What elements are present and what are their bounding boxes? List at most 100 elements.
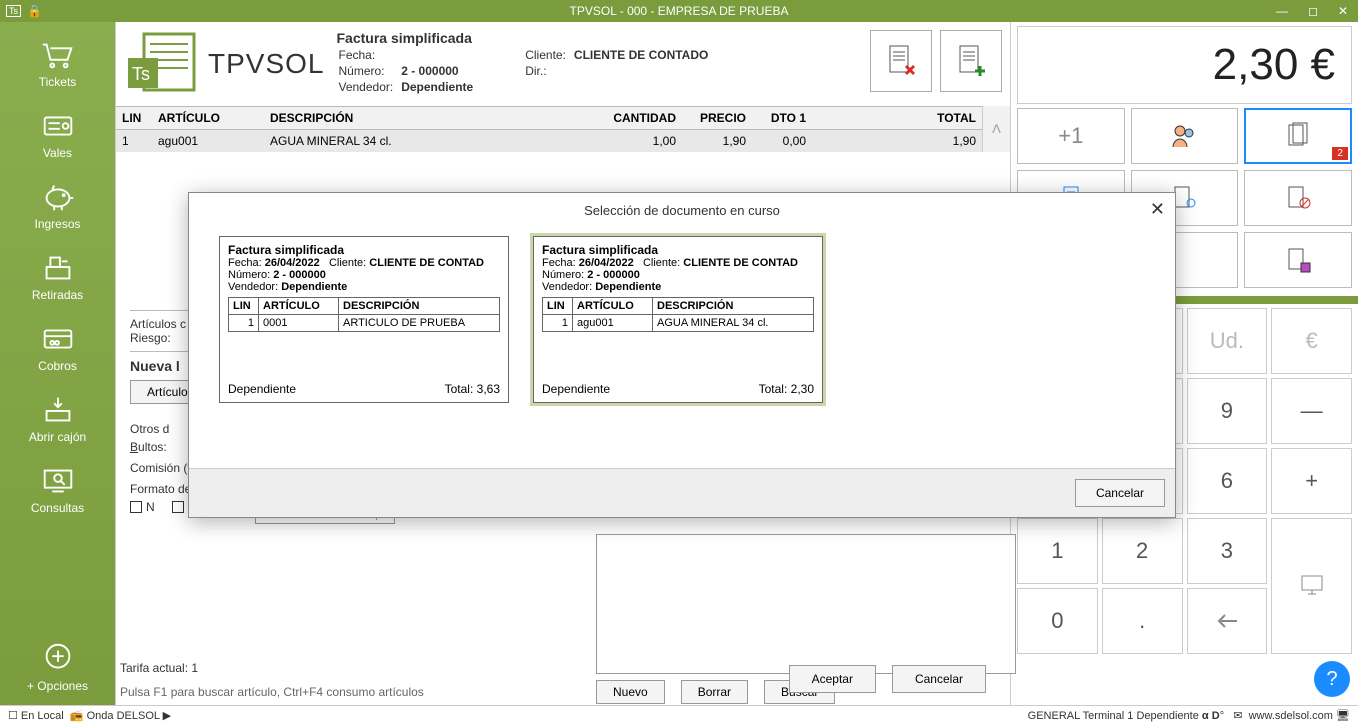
sidebar-item-consultas[interactable]: Consultas xyxy=(0,456,115,527)
receipt-add-icon xyxy=(954,44,988,78)
doc-type-title: Factura simplificada xyxy=(336,30,481,46)
register-icon xyxy=(39,251,77,285)
svg-text:Ts: Ts xyxy=(132,64,150,84)
drawer-icon xyxy=(39,393,77,427)
sidebar-label: Vales xyxy=(0,146,115,160)
receipt-void-icon xyxy=(1283,183,1313,213)
sidebar-label: Abrir cajón xyxy=(0,430,115,444)
modal-cancel-button[interactable]: Cancelar xyxy=(1075,479,1165,507)
window-title: TPVSOL - 000 - EMPRESA DE PRUEBA xyxy=(570,4,789,18)
plus-circle-icon xyxy=(39,642,77,676)
cart-icon xyxy=(39,38,77,72)
quick-tickets[interactable]: 2 xyxy=(1244,108,1352,164)
sidebar-item-abrir-cajon[interactable]: Abrir cajón xyxy=(0,385,115,456)
nuevo-button[interactable]: Nuevo xyxy=(596,680,665,704)
receipt-save-icon xyxy=(1283,245,1313,275)
sidebar-label: Cobros xyxy=(0,359,115,373)
key-9[interactable]: 9 xyxy=(1187,378,1268,444)
maximize-button[interactable]: ◻ xyxy=(1304,4,1322,18)
numero-label: Número: xyxy=(338,64,399,78)
local-indicator: ☐ En Local xyxy=(8,709,64,722)
new-ticket-button[interactable] xyxy=(940,30,1002,92)
delete-ticket-button[interactable] xyxy=(870,30,932,92)
key-0[interactable]: 0 xyxy=(1017,588,1098,654)
fecha-label: Fecha: xyxy=(338,48,399,62)
sidebar: Tickets Vales Ingresos Retiradas Cobros … xyxy=(0,22,115,705)
status-bar: ☐ En Local 📻 Onda DELSOL ▶ GENERAL Termi… xyxy=(0,705,1358,725)
borrar-button[interactable]: Borrar xyxy=(681,680,748,704)
key-eur[interactable]: € xyxy=(1271,308,1352,374)
cliente-label: Cliente: xyxy=(525,48,572,62)
key-1[interactable]: 1 xyxy=(1017,518,1098,584)
tarifa-label: Tarifa actual: 1 xyxy=(120,661,198,675)
key-3[interactable]: 3 xyxy=(1187,518,1268,584)
key-ud[interactable]: Ud. xyxy=(1187,308,1268,374)
card-icon xyxy=(39,322,77,356)
grid-header: LIN ARTÍCULO DESCRIPCIÓN CANTIDAD PRECIO… xyxy=(116,106,982,130)
quick-void[interactable] xyxy=(1244,170,1352,226)
key-back[interactable] xyxy=(1187,588,1268,654)
sidebar-item-opciones[interactable]: + Opciones xyxy=(0,634,115,705)
hint-label: Pulsa F1 para buscar artículo, Ctrl+F4 c… xyxy=(120,685,424,699)
app-badge: Ts xyxy=(6,5,21,17)
vendedor-value: Dependiente xyxy=(401,80,479,94)
cancelar-button[interactable]: Cancelar xyxy=(892,665,986,693)
sidebar-item-cobros[interactable]: Cobros xyxy=(0,314,115,385)
sidebar-item-ingresos[interactable]: Ingresos xyxy=(0,172,115,243)
sidebar-label: Retiradas xyxy=(0,288,115,302)
key-dot[interactable]: . xyxy=(1102,588,1183,654)
receipt-delete-icon xyxy=(884,44,918,78)
grid-row[interactable]: 1 agu001 AGUA MINERAL 34 cl. 1,00 1,90 0… xyxy=(116,130,982,152)
sidebar-label: Consultas xyxy=(0,501,115,515)
quick-plus1[interactable]: +1 xyxy=(1017,108,1125,164)
key-6[interactable]: 6 xyxy=(1187,448,1268,514)
status-url[interactable]: www.sdelsol.com xyxy=(1249,710,1333,722)
app-logo-icon: Ts xyxy=(124,30,204,98)
piggy-icon xyxy=(39,180,77,214)
quick-customer[interactable] xyxy=(1131,108,1239,164)
cliente-value: CLIENTE DE CONTADO xyxy=(574,48,714,62)
quick-save[interactable] xyxy=(1244,232,1352,288)
notes-textarea[interactable] xyxy=(596,534,1016,674)
doc-card-2[interactable]: Factura simplificada Fecha: 26/04/2022 C… xyxy=(533,236,823,403)
scale-icon xyxy=(1298,572,1326,600)
key-scale[interactable] xyxy=(1271,518,1352,654)
sidebar-item-vales[interactable]: Vales xyxy=(0,101,115,172)
sidebar-label: Ingresos xyxy=(0,217,115,231)
aceptar-button[interactable]: Aceptar xyxy=(789,665,876,693)
tickets-badge: 2 xyxy=(1332,147,1348,160)
sidebar-item-retiradas[interactable]: Retiradas xyxy=(0,243,115,314)
lock-icon: 🔒 xyxy=(27,4,42,18)
sidebar-label: Tickets xyxy=(0,75,115,89)
doc-card-1[interactable]: Factura simplificada Fecha: 26/04/2022 C… xyxy=(219,236,509,403)
numero-value: 2 - 000000 xyxy=(401,64,479,78)
key-plus[interactable]: + xyxy=(1271,448,1352,514)
close-button[interactable]: ✕ xyxy=(1334,4,1352,18)
total-display: 2,30 € xyxy=(1017,26,1352,104)
key-2[interactable]: 2 xyxy=(1102,518,1183,584)
dir-label: Dir.: xyxy=(525,64,572,78)
key-minus[interactable]: — xyxy=(1271,378,1352,444)
backspace-icon xyxy=(1213,607,1241,635)
vendedor-label: Vendedor: xyxy=(338,80,399,94)
sidebar-item-tickets[interactable]: Tickets xyxy=(0,30,115,101)
status-right: GENERAL Terminal 1 Dependiente xyxy=(1028,710,1199,722)
chk-n[interactable]: N xyxy=(130,500,155,514)
onda-indicator[interactable]: 📻 Onda DELSOL ▶ xyxy=(70,709,171,722)
app-name: TPVSOL xyxy=(208,48,324,80)
riesgo-label: Riesgo: xyxy=(130,331,171,345)
modal-title: Selección de documento en curso xyxy=(584,203,780,218)
articulos-label: Artículos c xyxy=(130,317,186,331)
document-header: Ts TPVSOL Factura simplificada Fecha: Nú… xyxy=(116,22,1010,106)
document-selection-modal: Selección de documento en curso ✕ Factur… xyxy=(188,192,1176,518)
sidebar-label: + Opciones xyxy=(0,679,115,693)
scroll-up-button[interactable]: ˄ xyxy=(982,106,1010,152)
receipts-icon xyxy=(1283,121,1313,151)
voucher-icon xyxy=(39,109,77,143)
people-icon xyxy=(1169,121,1199,151)
minimize-button[interactable]: — xyxy=(1272,4,1292,18)
monitor-search-icon xyxy=(39,464,77,498)
title-bar: Ts 🔒 TPVSOL - 000 - EMPRESA DE PRUEBA — … xyxy=(0,0,1358,22)
modal-close-button[interactable]: ✕ xyxy=(1150,199,1165,220)
help-fab[interactable]: ? xyxy=(1314,661,1350,697)
